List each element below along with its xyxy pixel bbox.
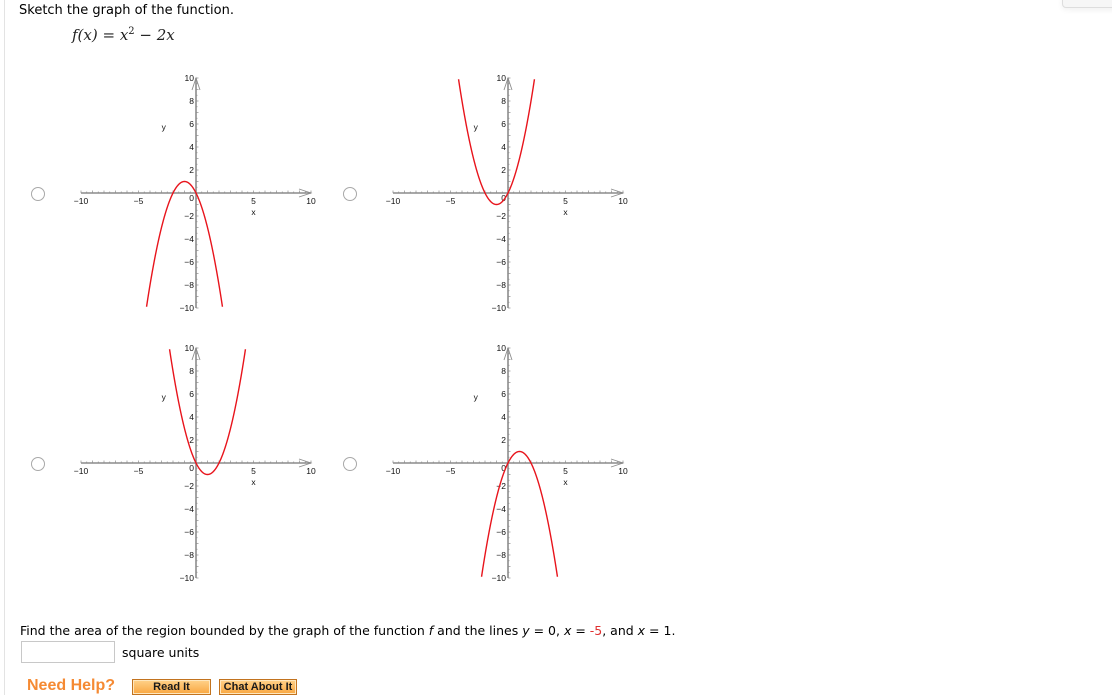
x-tick-label: −10 xyxy=(386,466,401,476)
y-tick-label: −8 xyxy=(184,280,194,290)
x-tick-label: 10 xyxy=(618,196,628,206)
y-tick-label: 4 xyxy=(501,412,506,422)
area-question: Find the area of the region bounded by t… xyxy=(20,623,675,638)
x-tick-label: 5 xyxy=(563,466,568,476)
x-tick-label: −5 xyxy=(446,196,456,206)
x-axis-label: x xyxy=(563,477,568,487)
variable-x: x xyxy=(637,623,646,638)
function-formula: f(x) = x2 − 2x xyxy=(72,26,175,44)
y-axis-label: y xyxy=(162,122,167,132)
formula-lhs: f(x) = x xyxy=(72,26,129,44)
option-b-radio[interactable] xyxy=(343,187,357,201)
y-tick-label: 8 xyxy=(189,96,194,106)
graph-option-b[interactable]: −10 −5 5 101086420−2−4−6−8−10xy xyxy=(372,60,642,320)
question-text: = xyxy=(571,623,590,638)
x-tick-label: 5 xyxy=(251,196,256,206)
y-tick-label: −6 xyxy=(184,527,194,537)
option-d-radio[interactable] xyxy=(343,457,357,471)
x-tick-label: −10 xyxy=(74,196,89,206)
y-tick-label: 10 xyxy=(185,73,195,83)
y-tick-label: 2 xyxy=(501,435,506,445)
y-tick-label: −8 xyxy=(184,550,194,560)
y-tick-label: −10 xyxy=(492,573,507,583)
y-tick-label: 2 xyxy=(189,435,194,445)
y-tick-label: −6 xyxy=(496,257,506,267)
y-axis-label: y xyxy=(162,392,167,402)
y-tick-label: −4 xyxy=(184,504,194,514)
y-tick-label: 10 xyxy=(185,343,195,353)
graph-option-c[interactable]: −10 −5 5 10 10 8 6 4 2 0 −2 −4 −6 −8 −10 x y xyxy=(60,330,330,590)
y-tick-label: 0 xyxy=(189,193,194,203)
y-tick-label: −4 xyxy=(496,234,506,244)
y-tick-label: 0 xyxy=(189,463,194,473)
units-label: square units xyxy=(122,645,200,660)
y-tick-label: 8 xyxy=(501,96,506,106)
x-axis-label: x xyxy=(563,207,568,217)
question-text: = 0, xyxy=(529,623,564,638)
y-tick-label: −2 xyxy=(496,211,506,221)
question-text: Find the area of the region bounded by t… xyxy=(20,623,429,638)
question-text: , and xyxy=(602,623,638,638)
y-tick-label: 10 xyxy=(497,73,507,83)
question-text: = 1. xyxy=(645,623,676,638)
y-tick-label: −4 xyxy=(496,504,506,514)
x-tick-label: −5 xyxy=(134,196,144,206)
y-tick-label: −6 xyxy=(496,527,506,537)
need-help-label: Need Help? xyxy=(27,677,116,694)
formula-rhs: − 2x xyxy=(134,26,175,44)
y-tick-label: 8 xyxy=(501,366,506,376)
x-tick-label: 10 xyxy=(306,196,316,206)
corner-panel xyxy=(1062,0,1112,8)
x-axis-label: x xyxy=(251,207,256,217)
graph-option-d[interactable]: −10 −5 5 101086420−2−4−6−8−10xy xyxy=(372,330,642,590)
function-curve xyxy=(480,450,559,577)
x-tick-label: 5 xyxy=(251,466,256,476)
option-a-radio[interactable] xyxy=(31,187,45,201)
lower-bound-value: -5 xyxy=(589,623,603,638)
y-tick-label: −10 xyxy=(180,303,195,313)
y-tick-label: 6 xyxy=(189,119,194,129)
variable-y: y xyxy=(522,623,530,638)
x-tick-label: 10 xyxy=(618,466,628,476)
x-tick-label: −10 xyxy=(74,466,89,476)
y-tick-label: 4 xyxy=(189,412,194,422)
y-tick-label: 6 xyxy=(501,119,506,129)
y-tick-label: 6 xyxy=(501,389,506,399)
question-text: and the lines xyxy=(433,623,523,638)
function-curve xyxy=(168,349,247,476)
chat-about-it-button[interactable]: Chat About It xyxy=(219,679,297,695)
y-tick-label: 4 xyxy=(501,142,506,152)
graph-option-a[interactable]: −10 −5 5 10 10 8 6 4 2 0 −2 −4 −6 −8 −10 x y xyxy=(60,60,330,320)
y-tick-label: 2 xyxy=(501,165,506,175)
area-answer-input[interactable] xyxy=(21,641,115,663)
x-tick-label: −5 xyxy=(446,466,456,476)
question-prompt: Sketch the graph of the function. xyxy=(19,3,234,18)
read-it-button[interactable]: Read It xyxy=(132,679,211,695)
y-tick-label: −4 xyxy=(184,234,194,244)
y-tick-label: 6 xyxy=(189,389,194,399)
x-tick-label: 5 xyxy=(563,196,568,206)
y-tick-label: 2 xyxy=(189,165,194,175)
y-tick-label: 10 xyxy=(497,343,507,353)
option-c-radio[interactable] xyxy=(31,457,45,471)
y-tick-label: −6 xyxy=(184,257,194,267)
y-tick-label: −2 xyxy=(184,211,194,221)
x-tick-label: −10 xyxy=(386,196,401,206)
function-curve xyxy=(457,79,536,206)
y-tick-label: 4 xyxy=(189,142,194,152)
page-left-border xyxy=(4,0,5,695)
x-tick-label: 10 xyxy=(306,466,316,476)
y-tick-label: 8 xyxy=(189,366,194,376)
x-axis-label: x xyxy=(251,477,256,487)
y-tick-label: −8 xyxy=(496,550,506,560)
y-tick-label: −2 xyxy=(184,481,194,491)
y-axis-label: y xyxy=(474,122,479,132)
y-tick-label: −10 xyxy=(492,303,507,313)
y-tick-label: −10 xyxy=(180,573,195,583)
y-tick-label: −8 xyxy=(496,280,506,290)
x-tick-label: −5 xyxy=(134,466,144,476)
y-axis-label: y xyxy=(474,392,479,402)
